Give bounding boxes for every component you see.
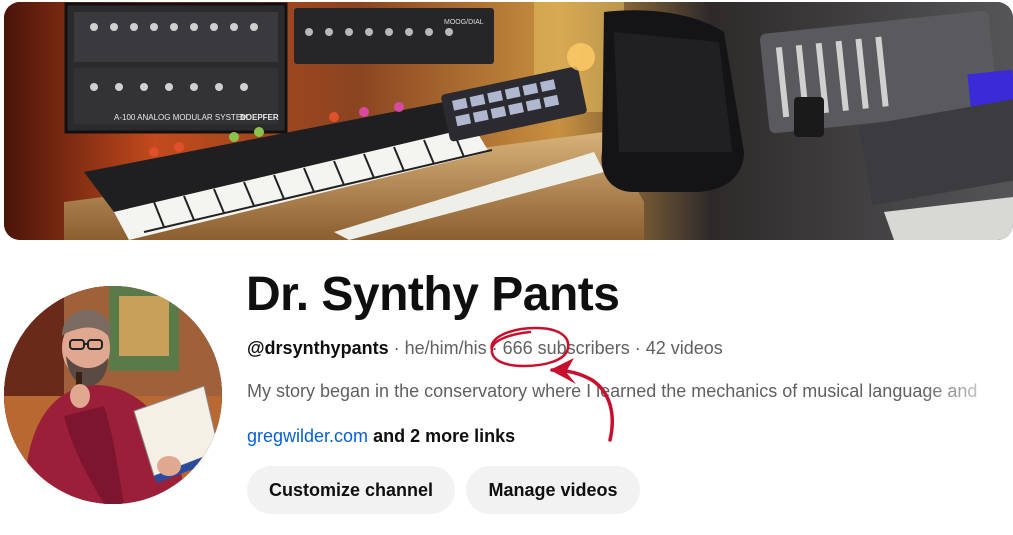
subscriber-count: 666 subscribers xyxy=(502,338,630,358)
channel-meta: @drsynthypants · he/him/his · 666 subscriber… xyxy=(247,337,723,359)
channel-links: gregwilder.com and 2 more links xyxy=(247,425,515,447)
synth-brand: MOOG/DIAL xyxy=(444,19,484,26)
meta-separator: · xyxy=(491,338,498,358)
meta-separator: · xyxy=(393,338,400,358)
channel-page: A-100 ANALOG MODULAR SYSTEM DOEPFER MOOG… xyxy=(0,0,1013,535)
channel-banner: A-100 ANALOG MODULAR SYSTEM DOEPFER MOOG… xyxy=(4,2,1013,240)
studio-photo: A-100 ANALOG MODULAR SYSTEM DOEPFER MOOG… xyxy=(4,2,1013,240)
more-links-button[interactable]: and 2 more links xyxy=(368,426,515,446)
channel-name: Dr. Synthy Pants xyxy=(246,268,620,321)
video-count: 42 videos xyxy=(645,338,723,358)
manage-videos-button[interactable]: Manage videos xyxy=(466,466,640,514)
channel-handle[interactable]: @drsynthypants xyxy=(247,338,389,358)
meta-separator: · xyxy=(634,338,641,358)
channel-description[interactable]: My story began in the conservatory where… xyxy=(247,380,1013,402)
website-link[interactable]: gregwilder.com xyxy=(247,426,368,446)
channel-avatar[interactable] xyxy=(4,286,222,504)
customize-channel-button[interactable]: Customize channel xyxy=(247,466,455,514)
avatar-photo xyxy=(4,286,222,504)
channel-pronouns: he/him/his xyxy=(404,338,487,358)
module-brand: DOEPFER xyxy=(240,113,279,122)
module-label: A-100 ANALOG MODULAR SYSTEM xyxy=(114,113,248,122)
